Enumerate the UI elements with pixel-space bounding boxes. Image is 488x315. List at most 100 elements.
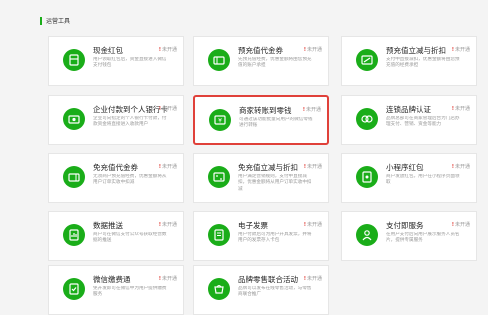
tool-card-title: 免充值立减与折扣: [238, 163, 298, 172]
tool-card-description: 品牌可以发布在线零售活动，与零售商联合推广: [238, 286, 312, 298]
alert-icon: !: [303, 222, 306, 228]
status-text: 未开通: [454, 164, 470, 170]
status-text: 未开通: [454, 47, 470, 53]
status-text: 未开通: [305, 107, 321, 113]
tool-card-title: 支付即服务: [386, 221, 424, 230]
prepaid-voucher-icon: [208, 49, 230, 71]
tool-card-description: 用户满足营销规则，支付中直接减扣，优惠金额将从用户订单实收中扣减: [238, 174, 312, 192]
tool-card-description: 支付中直接减扣，优惠金额将由您预充值的经费承担: [386, 57, 460, 69]
prepaid-discount-icon: [356, 49, 378, 71]
free-voucher-icon: [63, 166, 85, 188]
status-badge: !未开通: [452, 105, 470, 112]
tool-card-title: 品牌零售联合活动: [238, 275, 298, 284]
pay-to-bank-icon: [63, 108, 85, 130]
section-title: 运营工具: [40, 16, 70, 25]
tool-card[interactable]: 连锁品牌认证 !未开通品牌总部可在商家管理后台为门店办理支付、营销、资金等能力: [341, 95, 477, 145]
status-badge: !未开通: [303, 106, 321, 113]
status-badge: !未开通: [159, 163, 177, 170]
tool-card[interactable]: 免充值代金券 !未开通 无须商户预充值经费，优惠金额将从用户订单实收中扣减: [48, 153, 184, 203]
cash-red-packet-icon: [63, 49, 85, 71]
status-badge: !未开通: [304, 46, 322, 53]
data-push-icon: [63, 224, 85, 246]
wechat-billpay-icon: [63, 278, 85, 300]
status-badge: !未开通: [452, 163, 470, 170]
tool-card[interactable]: 现金红包 !未开通用户领取红包后，资金直接进入微信支付钱包: [48, 36, 184, 86]
status-text: 未开通: [454, 222, 470, 228]
free-discount-icon: [208, 166, 230, 188]
status-text: 未开通: [454, 106, 470, 112]
e-invoice-icon: [208, 224, 230, 246]
chain-brand-icon: [356, 108, 378, 130]
alert-icon: !: [158, 164, 161, 170]
tool-card-title: 小程序红包: [386, 163, 424, 172]
tool-card[interactable]: ¥ 商家转账到零钱 !未开通 可通过该功能批量向用户的微信零钱进行转账: [193, 95, 329, 145]
tool-card[interactable]: 微信缴费通 !未开通 免开发即可在微信中为用户提供缴费服务: [48, 265, 184, 315]
tool-card-description: 免开发即可在微信中为用户提供缴费服务: [93, 286, 167, 298]
alert-icon: !: [302, 107, 305, 113]
tool-card-title: 数据推送: [93, 221, 123, 230]
tool-card[interactable]: 数据推送 !未开通 商户可在微信支付公众号获取经营数据的推送: [48, 211, 184, 261]
mini-program-packet-icon: [356, 166, 378, 188]
tool-card-description: 先预充值经费，优惠金额将由您预充值的账户承担: [238, 57, 312, 69]
tool-card[interactable]: 电子发票 !未开通 用户付款后可为用户开具发票，并将用户的发票存入卡包: [193, 211, 329, 261]
tool-card-description: 用户付款后可为用户开具发票，并将用户的发票存入卡包: [238, 232, 312, 244]
tool-card-description: 可通过该功能批量向用户的微信零钱进行转账: [239, 117, 313, 129]
tool-card-description: 商户发放红包，用户在小程序页面领取: [386, 174, 460, 186]
status-badge: !未开通: [159, 105, 177, 112]
tool-card[interactable]: 预充值代金券 !未开通 先预充值经费，优惠金额将由您预充值的账户承担: [193, 36, 329, 86]
tool-card-description: 无须商户预充值经费，优惠金额将从用户订单实收中扣减: [93, 174, 167, 186]
tool-card-description: 用户领取红包后，资金直接进入微信支付钱包: [93, 57, 167, 69]
tool-card-title: 电子发票: [238, 221, 268, 230]
alert-icon: !: [303, 164, 306, 170]
tool-card-title: 免充值代金券: [93, 163, 138, 172]
tool-card[interactable]: 支付即服务 !未开通 在用户支付后向用户展示服务人员名片，提供专属服务: [341, 211, 477, 261]
status-text: 未开通: [161, 106, 177, 112]
tool-card-description: 企业可向指定的个人银行卡付款，付款资金将直接进入收款用户: [93, 116, 167, 128]
tool-card-title: 连锁品牌认证: [386, 105, 431, 114]
tool-card-description: 在用户支付后向用户展示服务人员名片，提供专属服务: [386, 232, 460, 244]
status-text: 未开通: [161, 276, 177, 282]
pay-as-service-icon: [356, 224, 378, 246]
tool-card[interactable]: 免充值立减与折扣 !未开通 用户满足营销规则，支付中直接减扣，优惠金额将从用户订单实…: [193, 153, 329, 203]
alert-icon: !: [158, 106, 161, 112]
status-badge: !未开通: [304, 163, 322, 170]
alert-icon: !: [158, 222, 161, 228]
alert-icon: !: [451, 164, 454, 170]
alert-icon: !: [303, 47, 306, 53]
status-text: 未开通: [161, 222, 177, 228]
section-title-text: 运营工具: [46, 18, 71, 25]
alert-icon: !: [158, 47, 161, 53]
alert-icon: !: [158, 276, 161, 282]
alert-icon: !: [451, 47, 454, 53]
status-text: 未开通: [306, 276, 322, 282]
tool-card-title: 商家转账到零钱: [239, 106, 292, 115]
svg-text:¥: ¥: [218, 118, 222, 125]
status-badge: !未开通: [159, 46, 177, 53]
tool-card[interactable]: 小程序红包 !未开通 商户发放红包，用户在小程序页面领取: [341, 153, 477, 203]
alert-icon: !: [303, 276, 306, 282]
status-text: 未开通: [306, 222, 322, 228]
tool-card-title: 企业付款到个人银行卡: [93, 105, 168, 114]
status-text: 未开通: [306, 47, 322, 53]
brand-retail-icon: [208, 278, 230, 300]
tool-card-title: 预充值代金券: [238, 46, 283, 55]
tool-card[interactable]: 预充值立减与折扣 !未开通 支付中直接减扣，优惠金额将由您预充值的经费承担: [341, 36, 477, 86]
status-badge: !未开通: [304, 221, 322, 228]
section-marker: [40, 16, 42, 25]
status-text: 未开通: [161, 164, 177, 170]
tool-card[interactable]: 企业付款到个人银行卡 !未开通企业可向指定的个人银行卡付款，付款资金将直接进入收款…: [48, 95, 184, 145]
status-badge: !未开通: [159, 221, 177, 228]
tool-card-title: 预充值立减与折扣: [386, 46, 446, 55]
status-badge: !未开通: [159, 275, 177, 282]
status-badge: !未开通: [304, 275, 322, 282]
status-text: 未开通: [306, 164, 322, 170]
tool-card-description: 商户可在微信支付公众号获取经营数据的推送: [93, 232, 167, 244]
alert-icon: !: [451, 222, 454, 228]
tool-card-description: 品牌总部可在商家管理后台为门店办理支付、营销、资金等能力: [386, 116, 460, 128]
tool-card[interactable]: 品牌零售联合活动 !未开通 品牌可以发布在线零售活动，与零售商联合推广: [193, 265, 329, 315]
tool-card-title: 现金红包: [93, 46, 123, 55]
merchant-transfer-icon: ¥: [209, 109, 231, 131]
tool-card-title: 微信缴费通: [93, 275, 131, 284]
status-badge: !未开通: [452, 221, 470, 228]
status-badge: !未开通: [452, 46, 470, 53]
